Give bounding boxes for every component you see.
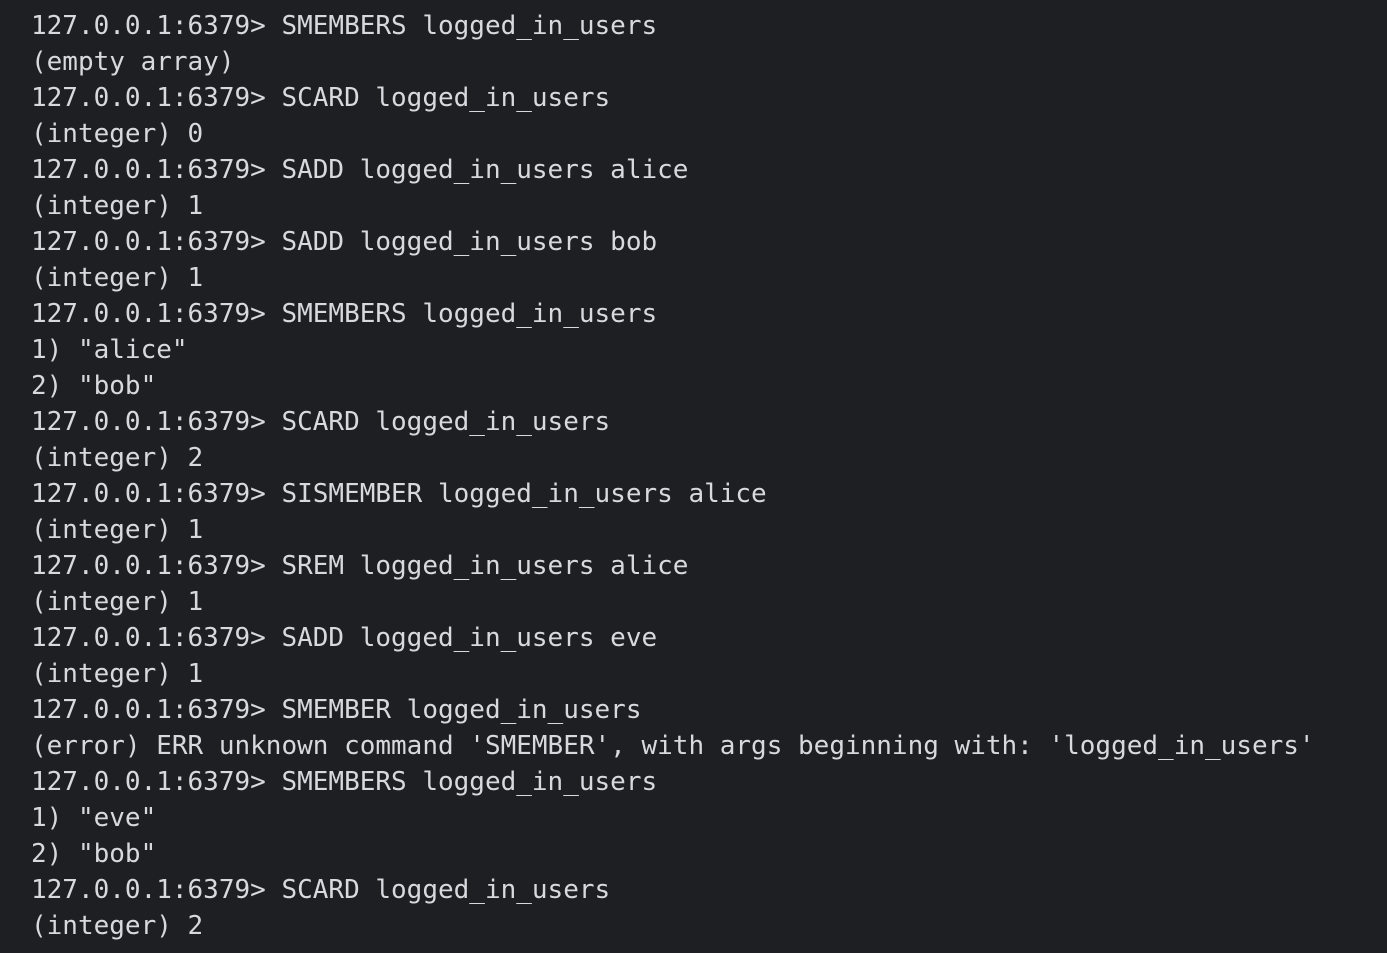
terminal-line: 127.0.0.1:6379> SMEMBERS logged_in_users: [31, 11, 658, 41]
terminal-line: (integer) 1: [31, 191, 204, 221]
terminal-line: 127.0.0.1:6379> SADD logged_in_users eve: [31, 623, 658, 653]
terminal-output: 127.0.0.1:6379> SMEMBERS logged_in_users…: [31, 8, 1387, 944]
terminal-line: 1) "eve": [31, 803, 157, 833]
terminal-line: 127.0.0.1:6379> SREM logged_in_users ali…: [31, 551, 689, 581]
terminal-line: 127.0.0.1:6379> SCARD logged_in_users: [31, 407, 611, 437]
terminal-line: (integer) 1: [31, 515, 204, 545]
terminal-line-error: (error) ERR unknown command 'SMEMBER', w…: [31, 731, 1315, 761]
terminal-line: (integer) 2: [31, 443, 204, 473]
terminal-line: 127.0.0.1:6379> SMEMBERS logged_in_users: [31, 767, 658, 797]
terminal-line: 127.0.0.1:6379> SISMEMBER logged_in_user…: [31, 479, 767, 509]
terminal-line: (empty array): [31, 47, 235, 77]
terminal-line: 127.0.0.1:6379> SADD logged_in_users bob: [31, 227, 658, 257]
terminal-line: (integer) 1: [31, 263, 204, 293]
terminal-line: (integer) 0: [31, 119, 204, 149]
terminal-line: 127.0.0.1:6379> SCARD logged_in_users: [31, 875, 611, 905]
terminal-line: 127.0.0.1:6379> SCARD logged_in_users: [31, 83, 611, 113]
terminal-line: (integer) 1: [31, 659, 204, 689]
terminal-line: 127.0.0.1:6379> SMEMBER logged_in_users: [31, 695, 642, 725]
terminal-line: 1) "alice": [31, 335, 188, 365]
terminal-window[interactable]: 127.0.0.1:6379> SMEMBERS logged_in_users…: [0, 0, 1387, 953]
terminal-line: (integer) 1: [31, 587, 204, 617]
terminal-line: 2) "bob": [31, 839, 157, 869]
terminal-line: 127.0.0.1:6379> SADD logged_in_users ali…: [31, 155, 689, 185]
terminal-line: 2) "bob": [31, 371, 157, 401]
terminal-line: 127.0.0.1:6379> SMEMBERS logged_in_users: [31, 299, 658, 329]
terminal-line: (integer) 2: [31, 911, 204, 941]
